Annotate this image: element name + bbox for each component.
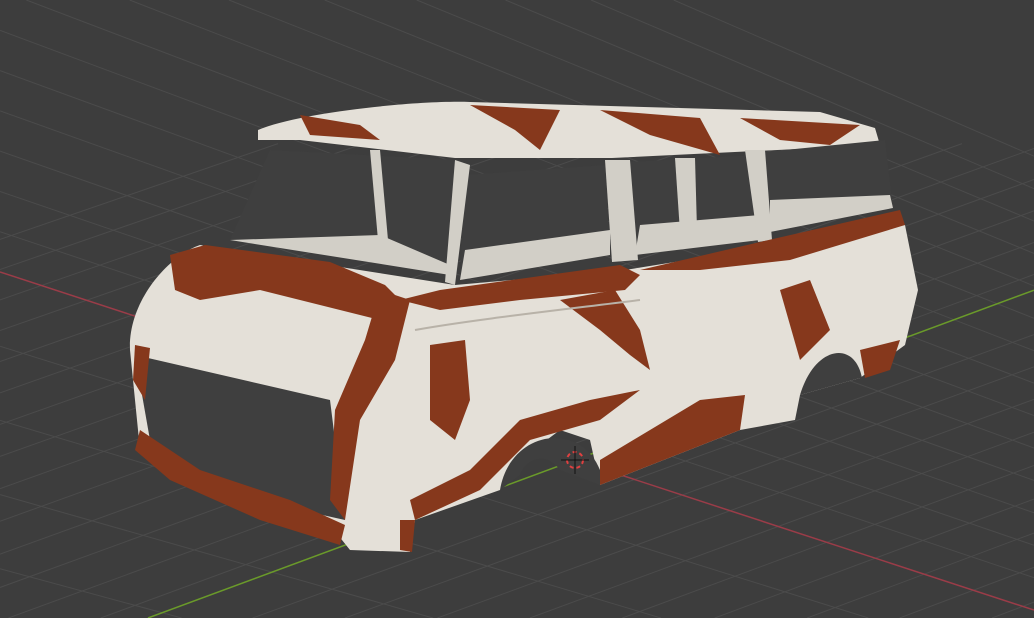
3d-cursor[interactable] [0,0,1034,618]
3d-viewport[interactable] [0,0,1034,618]
